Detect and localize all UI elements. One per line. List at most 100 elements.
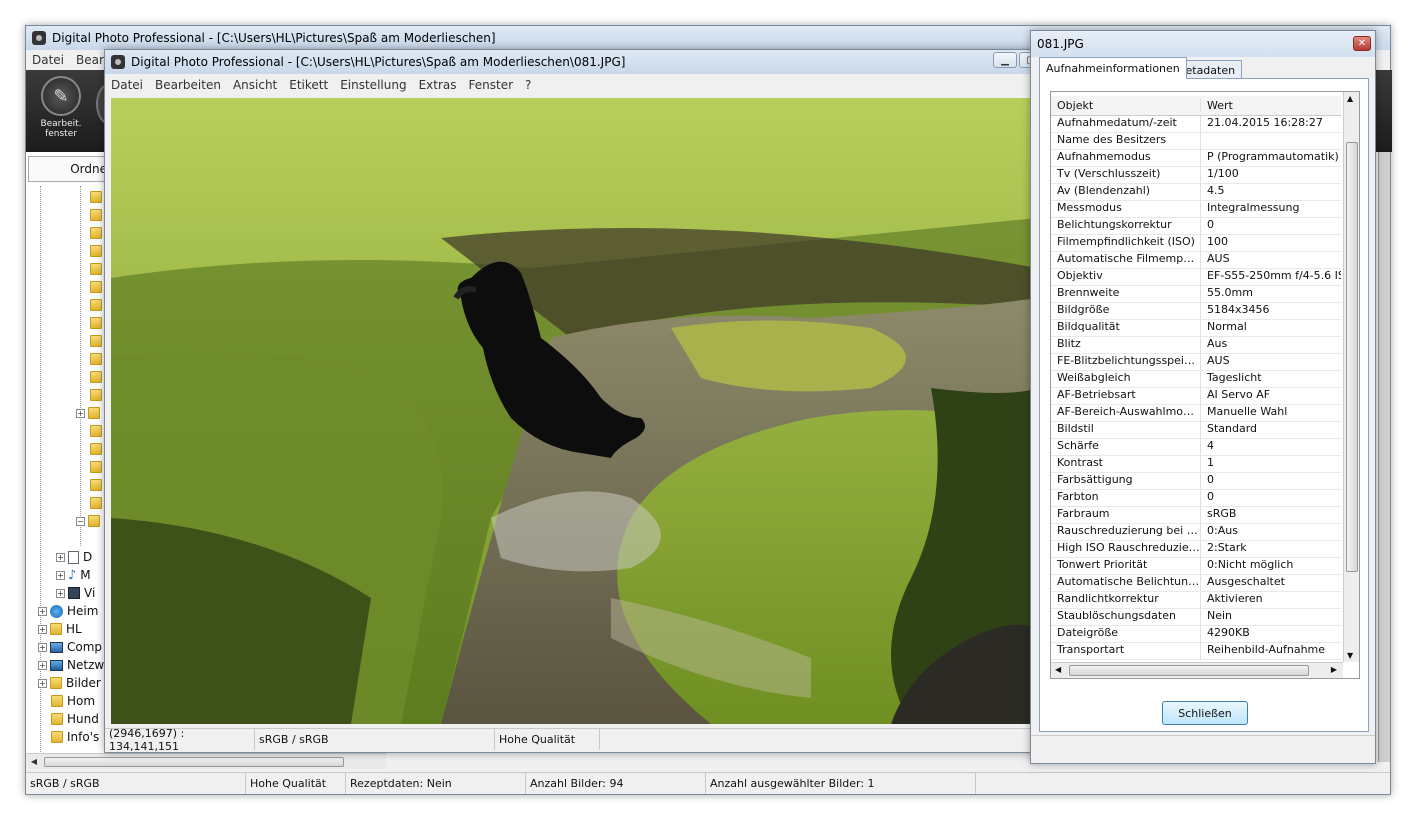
table-row[interactable]: Weißabgleich Tageslicht [1051,371,1341,388]
photo-canvas[interactable] [111,98,1037,724]
tree-item-label: Hund [67,712,99,726]
table-row[interactable]: Belichtungskorrektur 0 [1051,218,1341,235]
expand-icon[interactable]: + [38,678,47,688]
table-row[interactable]: Farbsättigung 0 [1051,473,1341,490]
expand-icon[interactable]: + [38,624,47,634]
film-icon [68,587,80,599]
viewer-menu-ansicht[interactable]: Ansicht [227,78,283,92]
table-cell-objekt: FE-Blitzbelichtungsspeicher... [1051,354,1201,370]
tree-item-label: Info's [67,730,100,744]
table-row[interactable]: Dateigröße 4290KB [1051,626,1341,643]
folder-icon [90,425,102,437]
folder-icon [90,209,102,221]
tree-item-computer[interactable]: + Comp [38,638,102,656]
table-row[interactable]: Blitz Aus [1051,337,1341,354]
tab-aufnahmeinformationen[interactable]: Aufnahmeinformationen [1039,57,1187,79]
table-row[interactable]: Messmodus Integralmessung [1051,201,1341,218]
table-row[interactable]: Farbraum sRGB [1051,507,1341,524]
table-row[interactable]: Randlichtkorrektur Aktivieren [1051,592,1341,609]
table-row[interactable]: Automatische Belichtungso... Ausgeschalte… [1051,575,1341,592]
scroll-right-icon[interactable]: ▶ [1331,665,1337,674]
table-row[interactable]: Bildstil Standard [1051,422,1341,439]
viewer-menu-etikett[interactable]: Etikett [283,78,334,92]
expand-icon[interactable]: + [56,588,65,598]
table-row[interactable]: Name des Besitzers [1051,133,1341,150]
scroll-thumb[interactable] [1346,142,1358,572]
expand-icon[interactable]: + [76,408,85,418]
viewer-menu-help[interactable]: ? [519,78,537,92]
table-row[interactable]: High ISO Rauschreduzierung 2:Stark [1051,541,1341,558]
tree-item-user[interactable]: + HL [38,620,82,638]
edit-window-button[interactable]: ✎ Bearbeit. fenster [34,76,88,148]
main-menu-datei[interactable]: Datei [26,53,70,67]
table-row[interactable]: Tonwert Priorität 0:Nicht möglich [1051,558,1341,575]
table-row[interactable]: Filmempfindlichkeit (ISO) 100 [1051,235,1341,252]
table-row[interactable]: FE-Blitzbelichtungsspeicher... AUS [1051,354,1341,371]
viewer-menu-extras[interactable]: Extras [413,78,463,92]
table-cell-wert: 5184x3456 [1207,303,1270,316]
table-row[interactable]: Rauschreduzierung bei Lan... 0:Aus [1051,524,1341,541]
info-window: 081.JPG ✕ Aufnahmeinformationen Metadate… [1030,30,1376,764]
scroll-left-icon[interactable]: ◀ [28,756,40,768]
tree-item-folder[interactable]: Info's [51,728,99,746]
expand-icon[interactable]: + [38,660,47,670]
table-cell-wert: Aus [1207,337,1228,350]
table-row[interactable]: Farbton 0 [1051,490,1341,507]
table-row[interactable]: Brennweite 55.0mm [1051,286,1341,303]
expand-icon[interactable]: + [56,552,65,562]
folder-icon [90,443,102,455]
schliessen-button[interactable]: Schließen [1162,701,1248,725]
table-row[interactable]: Bildqualität Normal [1051,320,1341,337]
tree-item-network[interactable]: + Netzw [38,656,104,674]
scroll-down-icon[interactable]: ▼ [1347,651,1353,660]
tree-item-homegroup[interactable]: + Heim [38,602,98,620]
viewer-menu-einstellung[interactable]: Einstellung [334,78,412,92]
table-row[interactable]: Objektiv EF-S55-250mm f/4-5.6 IS II [1051,269,1341,286]
collapse-icon[interactable]: − [76,516,85,526]
viewer-menubar: Datei Bearbeiten Ansicht Etikett Einstel… [105,75,1143,95]
minimize-button[interactable]: ▁ [993,52,1017,68]
table-row[interactable]: Staublöschungsdaten Nein [1051,609,1341,626]
tree-item-music[interactable]: + ♪ M [56,566,91,584]
tree-folder-expanded[interactable]: − [76,512,104,530]
table-row[interactable]: Kontrast 1 [1051,456,1341,473]
info-tabs: Aufnahmeinformationen Metadaten [1039,57,1369,79]
horizontal-scrollbar[interactable]: ◀ ▶ [1051,662,1343,678]
expand-icon[interactable]: + [56,570,65,580]
tree-item-pictures[interactable]: + Bilder [38,674,101,692]
expand-icon[interactable]: + [38,642,47,652]
table-row[interactable]: Tv (Verschlusszeit) 1/100 [1051,167,1341,184]
table-row[interactable]: Schärfe 4 [1051,439,1341,456]
tree-item-documents[interactable]: + D [56,548,92,566]
table-row[interactable]: Automatische Filmempfindli... AUS [1051,252,1341,269]
viewer-menu-datei[interactable]: Datei [105,78,149,92]
folder-tab[interactable]: Ordne [28,156,110,182]
expand-icon[interactable]: + [38,606,47,616]
tree-item-folder[interactable]: Hom [51,692,95,710]
table-row[interactable]: Aufnahmemodus P (Programmautomatik) [1051,150,1341,167]
scroll-up-icon[interactable]: ▲ [1347,94,1353,103]
table-row[interactable]: Transportart Reihenbild-Aufnahme [1051,643,1341,660]
table-row[interactable]: Aufnahmedatum/-zeit 21.04.2015 16:28:27 [1051,116,1341,133]
table-cell-wert: Aktivieren [1207,592,1263,605]
table-row[interactable]: AF-Bereich-Auswahlmodus Manuelle Wahl [1051,405,1341,422]
tree-folder-expandable[interactable]: + [76,404,104,422]
table-row[interactable]: AF-Betriebsart AI Servo AF [1051,388,1341,405]
viewer-menu-bearbeiten[interactable]: Bearbeiten [149,78,227,92]
tree-item-folder[interactable]: Hund [51,710,99,728]
main-right-panel [1378,152,1390,762]
close-window-button[interactable]: ✕ [1353,36,1371,51]
scroll-left-icon[interactable]: ◀ [1055,665,1061,674]
vertical-scrollbar[interactable]: ▲ ▼ [1343,92,1359,662]
tree-horizontal-scrollbar[interactable]: ◀ [26,753,386,769]
table-row[interactable]: Bildgröße 5184x3456 [1051,303,1341,320]
table-header-objekt[interactable]: Objekt [1051,99,1201,112]
table-header-wert[interactable]: Wert [1201,99,1341,112]
table-row[interactable]: Av (Blendenzahl) 4.5 [1051,184,1341,201]
viewer-menu-fenster[interactable]: Fenster [463,78,520,92]
table-cell-objekt: Messmodus [1051,201,1201,217]
tree-item-videos[interactable]: + Vi [56,584,95,602]
scroll-thumb[interactable] [1069,665,1309,676]
scroll-thumb[interactable] [44,757,344,767]
table-cell-objekt: Kontrast [1051,456,1201,472]
